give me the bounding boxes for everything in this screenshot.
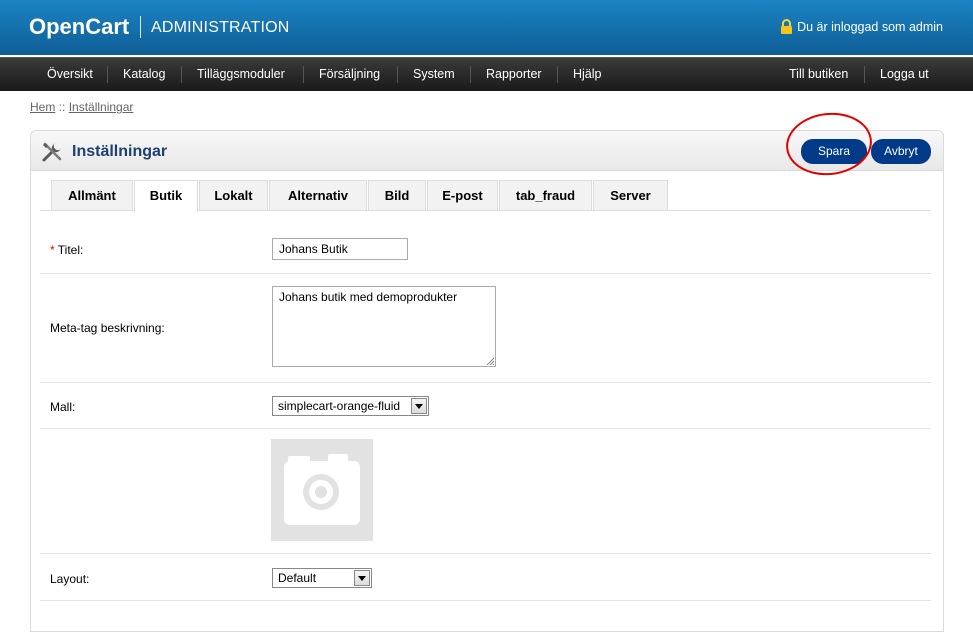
tab-butik[interactable]: Butik [134,180,198,212]
lock-icon [781,19,793,34]
header: OpenCart ADMINISTRATION Du är inloggad s… [0,0,973,55]
breadcrumb-separator: :: [55,100,69,114]
menu-divider [303,66,304,83]
chevron-down-icon[interactable] [411,398,427,414]
menu-item-system[interactable]: System [413,58,455,91]
breadcrumb: Hem :: Inställningar [30,100,133,114]
menu-item-katalog[interactable]: Katalog [123,58,165,91]
tab-epost[interactable]: E-post [427,180,498,210]
row-divider [40,600,931,601]
camera-icon [284,454,360,525]
row-divider [40,382,931,383]
menu-divider [470,66,471,83]
tab-server[interactable]: Server [593,180,668,210]
tab-bild[interactable]: Bild [368,180,426,210]
menu-divider [864,66,865,83]
breadcrumb-current[interactable]: Inställningar [69,100,134,114]
login-info: Du är inloggad som admin [780,19,943,34]
title-label-text: Titel: [57,243,84,257]
menu-divider [557,66,558,83]
meta-description-label: Meta-tag beskrivning: [50,321,165,335]
row-divider [40,553,931,554]
row-divider [40,428,931,429]
layout-select-value: Default [278,571,317,585]
meta-description-textarea[interactable]: Johans butik med demoprodukter [272,286,496,367]
tab-bar: Allmänt Butik Lokalt Alternativ Bild E-p… [40,180,931,212]
tab-allmant[interactable]: Allmänt [51,180,133,210]
cancel-button[interactable]: Avbryt [871,139,931,164]
logo-divider [140,16,141,38]
logo[interactable]: OpenCart [29,14,129,40]
title-label: * Titel: [50,243,83,257]
menu-item-oversikt[interactable]: Översikt [47,58,93,91]
menu-item-rapporter[interactable]: Rapporter [486,58,542,91]
menu-item-forsaljning[interactable]: Försäljning [319,58,380,91]
tab-lokalt[interactable]: Lokalt [199,180,268,210]
menu-item-till-butiken[interactable]: Till butiken [789,58,848,91]
template-preview-image [271,439,373,541]
resize-grip-icon[interactable] [486,357,494,365]
tools-icon [42,142,62,162]
login-text: Du är inloggad som admin [797,19,943,34]
admin-title: ADMINISTRATION [151,19,290,36]
tab-fraud[interactable]: tab_fraud [499,180,592,210]
menu-divider [397,66,398,83]
menu-item-logga-ut[interactable]: Logga ut [880,58,929,91]
tab-alternativ[interactable]: Alternativ [269,180,367,210]
meta-description-value: Johans butik med demoprodukter [279,290,458,304]
top-menu: Översikt Katalog Tilläggsmoduler Försälj… [0,57,973,91]
chevron-down-icon[interactable] [354,570,370,586]
required-marker: * [50,243,55,257]
breadcrumb-home[interactable]: Hem [30,100,55,114]
layout-select[interactable]: Default [272,568,372,588]
template-select[interactable]: simplecart-orange-fluid [272,396,429,416]
menu-item-tillaggsmoduler[interactable]: Tilläggsmoduler [197,58,285,91]
layout-label: Layout: [50,572,90,586]
menu-divider [107,66,108,83]
menu-divider [181,66,182,83]
row-divider [40,273,931,274]
template-select-value: simplecart-orange-fluid [278,399,401,413]
menu-item-hjalp[interactable]: Hjälp [573,58,602,91]
page-title: Inställningar [72,143,168,160]
template-label: Mall: [50,400,76,414]
title-input[interactable] [272,238,408,260]
